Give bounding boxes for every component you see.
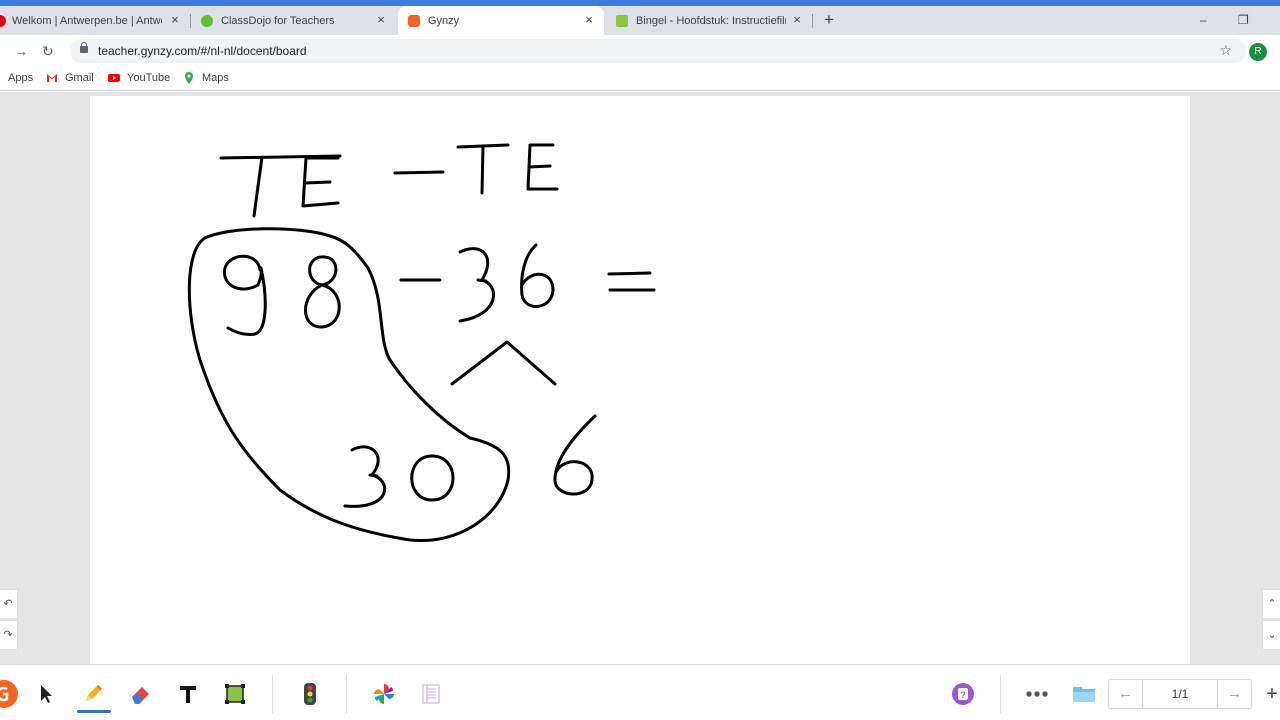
handwriting-layer xyxy=(187,143,656,543)
lock-icon xyxy=(80,42,88,53)
folder-icon[interactable] xyxy=(1071,681,1097,707)
toolbar-divider xyxy=(346,675,347,713)
maps-icon xyxy=(185,72,193,84)
profile-avatar[interactable]: R xyxy=(1249,43,1267,61)
stroke-grouping-loop xyxy=(187,227,511,543)
page-counter: 1/1 xyxy=(1171,687,1189,701)
traffic-light-icon[interactable] xyxy=(297,681,323,707)
stroke-three-lower xyxy=(343,445,387,508)
close-tab-icon[interactable]: × xyxy=(374,13,388,27)
stroke-t2-stem xyxy=(480,144,485,195)
whiteboard-canvas[interactable] xyxy=(90,96,1190,664)
text-tool-icon[interactable] xyxy=(175,681,201,707)
toolbar-divider xyxy=(272,675,273,713)
shape-select-icon[interactable] xyxy=(222,681,248,707)
tab-antwerpen[interactable]: Welkom | Antwerpen.be | Antwerpen × xyxy=(0,6,190,35)
gmail-icon xyxy=(47,74,57,82)
gynzy-logo-icon[interactable] xyxy=(0,679,20,709)
omnibox[interactable]: teacher.gynzy.com/#/nl-nl/docent/board ☆ xyxy=(70,39,1246,63)
minimize-button[interactable]: – xyxy=(1200,13,1207,27)
question-icon[interactable]: ? xyxy=(950,681,976,707)
tab-bingel[interactable]: Bingel - Hoofdstuk: Instructiefilmpje × xyxy=(606,6,812,35)
stroke-eight xyxy=(304,255,341,329)
gynzy-favicon-icon xyxy=(408,14,420,27)
bingel-favicon-icon xyxy=(616,14,628,27)
worksheet-icon[interactable] xyxy=(418,681,444,707)
antwerpen-favicon-icon xyxy=(0,14,6,27)
tab-strip: Welkom | Antwerpen.be | Antwerpen × Clas… xyxy=(0,6,1280,35)
stroke-t1-stem xyxy=(252,155,264,218)
page-navigator: ← 1/1 → xyxy=(1108,679,1252,709)
forward-arrow-icon[interactable]: → xyxy=(14,43,28,59)
board-stage: ↶ ↷ ⌃ ⌄ xyxy=(0,92,1280,664)
bookmark-gmail[interactable]: Gmail xyxy=(46,72,94,84)
bookmark-star-icon[interactable]: ☆ xyxy=(1219,42,1232,59)
pinwheel-icon[interactable] xyxy=(371,681,397,707)
tab-separator xyxy=(812,14,813,28)
close-tab-icon[interactable]: × xyxy=(168,13,182,27)
bookmark-maps[interactable]: Maps xyxy=(183,72,229,84)
restore-button[interactable]: ❐ xyxy=(1238,13,1249,27)
scroll-up-button[interactable]: ⌃ xyxy=(1262,589,1280,619)
more-dots-icon[interactable] xyxy=(1024,681,1050,707)
stroke-e2 xyxy=(526,143,559,191)
stroke-e1 xyxy=(301,156,340,208)
bookmarks-bar: Apps Gmail YouTube Maps xyxy=(0,67,1280,91)
pointer-icon[interactable] xyxy=(33,681,59,707)
classdojo-favicon-icon xyxy=(201,14,213,27)
stroke-six-lower xyxy=(553,414,597,496)
tab-title: Bingel - Hoofdstuk: Instructiefilmpje xyxy=(636,14,786,27)
stroke-split-branches xyxy=(450,340,557,386)
add-page-button[interactable]: + xyxy=(1262,679,1280,709)
tab-gynzy[interactable]: Gynzy × xyxy=(398,6,604,35)
stroke-minus-header xyxy=(393,170,445,175)
eraser-icon[interactable] xyxy=(128,681,154,707)
tab-title: Welkom | Antwerpen.be | Antwerpen xyxy=(12,14,162,27)
bookmark-apps[interactable]: Apps xyxy=(8,72,33,84)
new-tab-button[interactable]: + xyxy=(820,11,838,28)
reload-icon[interactable]: ↻ xyxy=(42,43,54,60)
redo-button[interactable]: ↷ xyxy=(0,620,18,650)
bookmark-youtube[interactable]: YouTube xyxy=(108,72,170,84)
tab-title: ClassDojo for Teachers xyxy=(221,14,335,27)
stroke-equals xyxy=(607,271,656,292)
bookmark-label: Apps xyxy=(8,72,34,84)
next-page-button[interactable]: → xyxy=(1217,680,1251,708)
close-tab-icon[interactable]: × xyxy=(790,13,804,27)
toolbar-divider xyxy=(1000,675,1001,713)
board-toolbar: ? ← 1/1 → + xyxy=(0,664,1280,720)
close-tab-icon[interactable]: × xyxy=(582,13,596,27)
svg-text:?: ? xyxy=(960,690,966,700)
stroke-three xyxy=(458,247,496,323)
stroke-zero-lower xyxy=(410,454,455,502)
tab-title: Gynzy xyxy=(428,14,460,27)
address-bar-row: → ↻ teacher.gynzy.com/#/nl-nl/docent/boa… xyxy=(0,35,1280,67)
stroke-nine-loop xyxy=(223,254,263,291)
tab-separator xyxy=(190,14,191,28)
previous-page-button[interactable]: ← xyxy=(1109,680,1143,708)
scroll-down-button[interactable]: ⌄ xyxy=(1262,620,1280,650)
undo-button[interactable]: ↶ xyxy=(0,589,18,619)
active-tool-indicator xyxy=(77,710,111,713)
youtube-icon xyxy=(108,74,120,82)
stroke-six xyxy=(520,243,555,308)
bookmark-label: YouTube xyxy=(127,72,171,84)
tab-classdojo[interactable]: ClassDojo for Teachers × xyxy=(192,6,396,35)
bookmark-label: Maps xyxy=(202,72,229,84)
url-text[interactable]: teacher.gynzy.com/#/nl-nl/docent/board xyxy=(98,44,307,58)
pencil-icon[interactable] xyxy=(80,681,106,707)
bookmark-label: Gmail xyxy=(65,72,94,84)
